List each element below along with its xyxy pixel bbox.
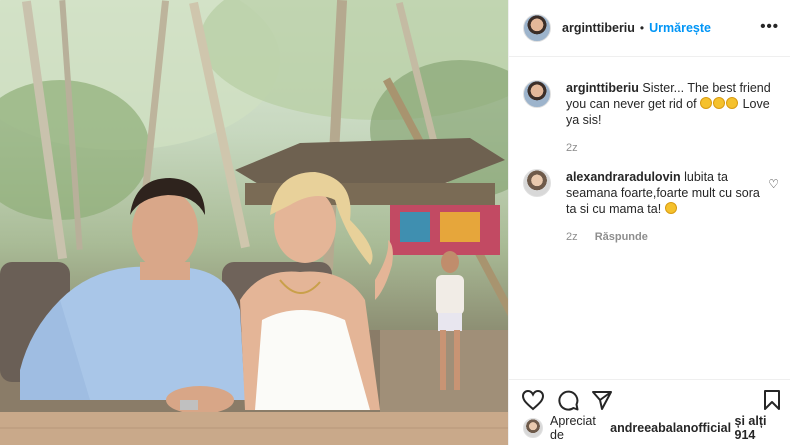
liked-by-user[interactable]: andreeabalanofficial [610,421,731,435]
emoji-icon [700,97,713,109]
author-username[interactable]: arginttiberiu [562,21,635,35]
action-bar [509,379,790,413]
bookmark-icon[interactable] [763,389,781,411]
liked-by-prefix: Apreciat de [550,414,596,442]
comment-body: alexandraradulovin lubita ta seamana foa… [566,169,779,245]
emoji-icon [726,97,739,109]
emoji-icon [713,97,726,109]
header-separator: • [639,21,645,35]
author-avatar[interactable] [523,14,551,42]
caption-item: arginttiberiu Sister... The best friend … [523,80,779,156]
share-icon[interactable] [591,389,613,411]
post-photo[interactable] [0,0,508,445]
liked-by-row[interactable]: Apreciat de andreeabalanofficial și alți… [523,414,785,442]
comment-time[interactable]: 2z [566,231,578,243]
commenter-avatar[interactable] [523,169,551,197]
caption-avatar[interactable] [523,80,551,108]
liked-by-suffix[interactable]: și alți 914 [735,414,785,442]
comment-meta: 2z Răspunde [566,229,761,245]
caption-time[interactable]: 2z [566,142,578,154]
photo-scene [0,0,508,445]
post-header: arginttiberiu • Urmărește ••• [509,0,790,57]
emoji-icon [664,202,677,214]
caption-username[interactable]: arginttiberiu [566,81,639,95]
comment-username[interactable]: alexandraradulovin [566,170,681,184]
comment-icon[interactable] [557,389,579,411]
more-options-icon[interactable]: ••• [760,18,779,35]
comment-item: alexandraradulovin lubita ta seamana foa… [523,169,779,245]
post-panel: arginttiberiu • Urmărește ••• arginttibe… [508,0,790,445]
reply-button[interactable]: Răspunde [595,231,648,243]
liker-avatar[interactable] [523,418,543,438]
caption-meta: 2z [566,140,779,156]
comments-list[interactable]: arginttiberiu Sister... The best friend … [509,58,790,378]
caption-body: arginttiberiu Sister... The best friend … [566,80,779,156]
heart-icon[interactable] [521,389,545,411]
follow-button[interactable]: Urmărește [649,21,711,35]
comment-like-heart-icon[interactable]: ♡ [768,177,779,191]
